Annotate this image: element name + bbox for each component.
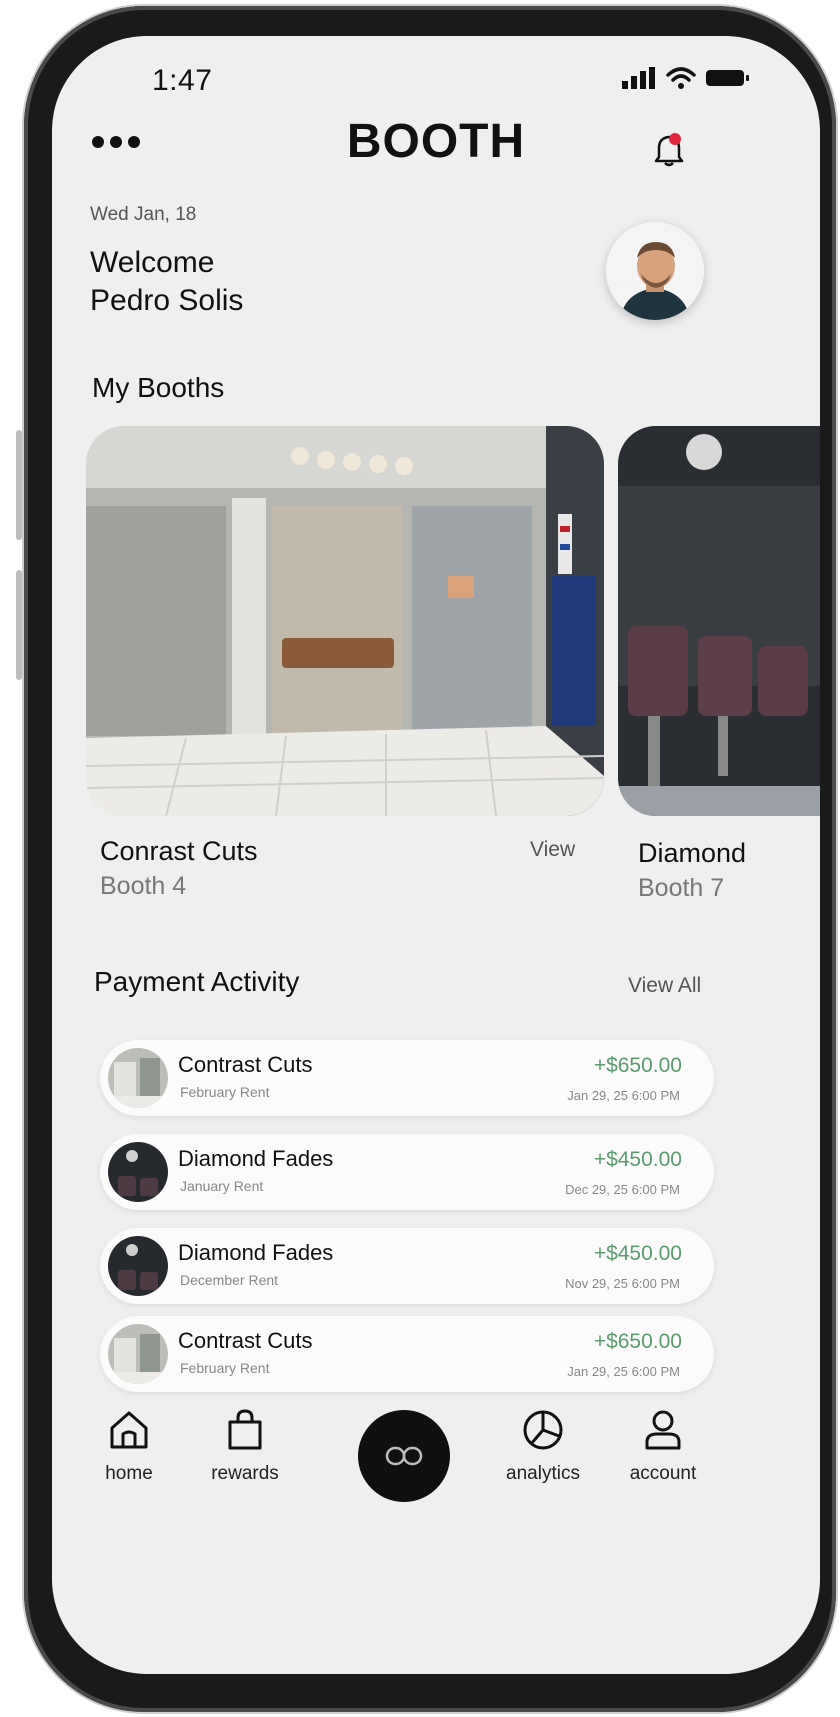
- infinity-icon: [385, 1446, 423, 1466]
- user-icon: [645, 1410, 681, 1450]
- app-title: BOOTH: [346, 115, 526, 168]
- booth-number-2: Booth 7: [638, 874, 725, 902]
- booth-name: Conrast Cuts: [100, 836, 258, 866]
- current-date: Wed Jan, 18: [90, 204, 197, 225]
- tab-analytics[interactable]: analytics: [488, 1408, 598, 1485]
- payment-amount: +$650.00: [593, 1054, 682, 1077]
- welcome-block: Welcome Pedro Solis: [90, 244, 243, 320]
- view-all-button[interactable]: View All: [628, 974, 701, 998]
- payment-thumbnail: [108, 1236, 168, 1296]
- payment-description: February Rent: [180, 1084, 270, 1100]
- payment-thumbnail: [108, 1142, 168, 1202]
- payment-description: February Rent: [180, 1360, 270, 1376]
- welcome-label: Welcome: [90, 246, 215, 279]
- tab-label-home: home: [105, 1463, 153, 1484]
- bell-icon[interactable]: [652, 132, 686, 168]
- battery-icon: [706, 70, 749, 86]
- volume-down-button: [16, 570, 22, 680]
- user-name: Pedro Solis: [90, 284, 244, 317]
- payment-date: Dec 29, 25 6:00 PM: [565, 1182, 680, 1197]
- payment-description: January Rent: [180, 1178, 264, 1194]
- tab-rewards[interactable]: rewards: [190, 1408, 300, 1485]
- payment-date: Nov 29, 25 6:00 PM: [565, 1276, 680, 1291]
- barbershop-photo-2: [618, 426, 820, 816]
- status-time: 1:47: [152, 64, 213, 97]
- tab-label-rewards: rewards: [211, 1463, 279, 1484]
- signal-icon: [622, 67, 655, 89]
- avatar-image: [606, 222, 704, 320]
- home-icon: [110, 1411, 148, 1449]
- booth-card-image-2[interactable]: [618, 426, 820, 816]
- notification-dot: [669, 133, 681, 145]
- barbershop-photo: [86, 426, 604, 816]
- booth-card-image[interactable]: [86, 426, 604, 816]
- payment-row[interactable]: Diamond Fades December Rent +$450.00 Nov…: [100, 1228, 714, 1304]
- payment-thumbnail: [108, 1324, 168, 1384]
- payment-row[interactable]: Diamond Fades January Rent +$450.00 Dec …: [100, 1134, 714, 1210]
- pie-chart-icon: [523, 1410, 563, 1450]
- app-screen: 1:47 BOOTH Wed Jan, 18 Welcome Pedro Sol…: [52, 36, 820, 1674]
- payment-payer: Diamond Fades: [178, 1146, 334, 1171]
- tab-account[interactable]: account: [608, 1408, 718, 1485]
- tab-label-account: account: [629, 1463, 697, 1484]
- status-icons: [622, 66, 750, 90]
- payment-date: Jan 29, 25 6:00 PM: [567, 1364, 680, 1379]
- payment-amount: +$650.00: [593, 1330, 682, 1353]
- my-booths-title: My Booths: [92, 372, 225, 403]
- view-booth-button[interactable]: View: [530, 838, 575, 862]
- payment-payer: Contrast Cuts: [178, 1052, 313, 1077]
- payment-amount: +$450.00: [593, 1242, 682, 1265]
- payment-description: December Rent: [180, 1272, 279, 1288]
- payment-payer: Contrast Cuts: [178, 1328, 313, 1353]
- tab-home[interactable]: home: [74, 1408, 184, 1485]
- booth-number: Booth 4: [100, 872, 187, 900]
- avatar[interactable]: [606, 222, 704, 320]
- booth-name-2: Diamond: [638, 838, 747, 868]
- center-action-button[interactable]: [358, 1410, 450, 1502]
- payment-amount: +$450.00: [593, 1148, 682, 1171]
- payment-thumbnail: [108, 1048, 168, 1108]
- payment-activity-title: Payment Activity: [94, 966, 300, 997]
- payment-payer: Diamond Fades: [178, 1240, 334, 1265]
- tab-label-analytics: analytics: [506, 1463, 580, 1484]
- payment-row[interactable]: Contrast Cuts February Rent +$650.00 Jan…: [100, 1316, 714, 1392]
- payment-row[interactable]: Contrast Cuts February Rent +$650.00 Jan…: [100, 1040, 714, 1116]
- wifi-icon: [666, 67, 696, 89]
- shopping-bag-icon: [228, 1409, 262, 1450]
- volume-up-button: [16, 430, 22, 540]
- payment-date: Jan 29, 25 6:00 PM: [567, 1088, 680, 1103]
